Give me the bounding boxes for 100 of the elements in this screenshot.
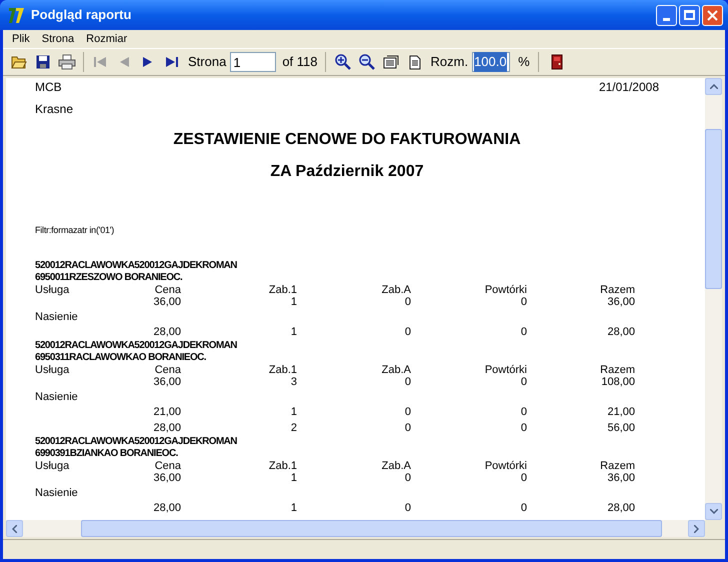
table-cell: 56,00: [607, 422, 635, 434]
table-cell: 0: [520, 376, 527, 388]
scroll-down-button[interactable]: [705, 503, 722, 520]
column-header: Cena: [154, 364, 181, 376]
zoom-out-icon: [358, 54, 374, 70]
door-icon: [550, 54, 563, 70]
table-cell: 36,00: [153, 472, 181, 484]
row-label: Nasienie: [35, 486, 78, 498]
zoom-in-icon: [334, 54, 350, 70]
group-header: 6990391BZIANKAO BORANIEOC.: [35, 448, 178, 460]
table-cell: 0: [520, 502, 527, 514]
column-header: Cena: [154, 460, 181, 472]
caret-right-icon: [694, 524, 699, 532]
maximize-icon: [684, 10, 695, 20]
report-subtitle: ZA Październik 2007: [269, 162, 425, 182]
skip-to-end-icon: [164, 55, 180, 69]
column-header: Zab.A: [382, 364, 411, 376]
caret-left-icon: [12, 524, 17, 532]
table-cell: 28,00: [153, 502, 181, 514]
table-cell: 21,00: [153, 406, 181, 418]
column-header: Usługa: [35, 460, 70, 472]
scroll-up-button[interactable]: [705, 78, 722, 95]
table-cell: 0: [520, 406, 527, 418]
group-header: 520012RACLAWOWKA520012GAJDEKROMAN: [35, 260, 237, 272]
table-cell: 0: [404, 472, 411, 484]
close-button[interactable]: [702, 4, 723, 26]
pages-icon: [382, 55, 398, 69]
scroll-thumb[interactable]: [81, 520, 662, 537]
column-header: Zab.1: [268, 460, 297, 472]
column-header: Razem: [600, 284, 635, 296]
horizontal-scrollbar[interactable]: [6, 520, 705, 537]
table-cell: 2: [290, 422, 297, 434]
menu-item[interactable]: Plik: [12, 30, 30, 48]
column-header: Zab.A: [382, 460, 411, 472]
page-number-field[interactable]: 1: [230, 52, 276, 72]
table-cell: 3: [290, 376, 297, 388]
percent-label: %: [518, 53, 530, 72]
caret-up-icon: [710, 84, 718, 89]
table-cell: 28,00: [607, 502, 635, 514]
scroll-right-button[interactable]: [688, 520, 705, 537]
row-label: Nasienie: [35, 310, 78, 322]
page-label: Strona: [188, 53, 226, 72]
zoom-field[interactable]: 100.0: [472, 52, 510, 72]
table-cell: 0: [404, 422, 411, 434]
table-cell: 36,00: [153, 296, 181, 308]
table-cell: 0: [404, 296, 411, 308]
vertical-scrollbar[interactable]: [705, 78, 722, 520]
group-header: 520012RACLAWOWKA520012GAJDEKROMAN: [35, 340, 237, 352]
scroll-thumb[interactable]: [705, 129, 722, 289]
menu-item[interactable]: Strona: [42, 30, 74, 48]
window-title: Podgląd raportu: [31, 6, 132, 24]
scroll-left-button[interactable]: [6, 520, 23, 537]
table-cell: 1: [290, 472, 297, 484]
minimize-icon: [663, 18, 670, 20]
table-cell: 28,00: [607, 326, 635, 338]
column-header: Usługa: [35, 364, 70, 376]
column-header: Powtórki: [484, 284, 527, 296]
report-title: ZESTAWIENIE CENOWE DO FAKTUROWANIA: [172, 130, 522, 150]
caret-down-icon: [710, 509, 718, 514]
column-header: Cena: [154, 284, 181, 296]
table-cell: 1: [290, 326, 297, 338]
table-cell: 0: [404, 406, 411, 418]
maximize-button[interactable]: [679, 4, 700, 26]
column-header: Razem: [600, 460, 635, 472]
table-cell: 0: [520, 472, 527, 484]
table-cell: 28,00: [153, 422, 181, 434]
table-cell: 1: [290, 502, 297, 514]
column-header: Razem: [600, 364, 635, 376]
column-header: Usługa: [35, 284, 70, 296]
skip-to-start-icon: [92, 55, 108, 69]
close-icon: [707, 10, 718, 20]
column-header: Powtórki: [484, 364, 527, 376]
table-cell: 1: [290, 296, 297, 308]
zoom-label: Rozm.: [430, 53, 468, 72]
row-label: Nasienie: [35, 390, 78, 402]
page-count: of 118: [282, 53, 318, 72]
table-cell: 0: [404, 502, 411, 514]
table-cell: 1: [290, 406, 297, 418]
printer-icon: [58, 54, 76, 70]
table-cell: 0: [520, 326, 527, 338]
filter-text: Filtr:formazatr in('01'): [35, 224, 116, 237]
column-header: Zab.1: [268, 364, 297, 376]
app-logo-icon: [7, 5, 27, 25]
group-header: 6950311RACLAWOWKAO BORANIEOC.: [35, 352, 206, 364]
table-cell: 28,00: [153, 326, 181, 338]
table-cell: 0: [404, 376, 411, 388]
table-cell: 36,00: [153, 376, 181, 388]
table-cell: 108,00: [601, 376, 635, 388]
table-cell: 0: [520, 422, 527, 434]
minimize-button[interactable]: [656, 4, 677, 26]
table-cell: 0: [520, 296, 527, 308]
column-header: Zab.1: [268, 284, 297, 296]
table-cell: 36,00: [607, 472, 635, 484]
column-header: Powtórki: [484, 460, 527, 472]
place-name: Krasne: [35, 101, 74, 118]
table-cell: 36,00: [607, 296, 635, 308]
menu-item[interactable]: Rozmiar: [86, 30, 128, 48]
page-icon: [408, 54, 420, 70]
table-cell: 0: [404, 326, 411, 338]
company-name: MCB: [35, 79, 62, 96]
